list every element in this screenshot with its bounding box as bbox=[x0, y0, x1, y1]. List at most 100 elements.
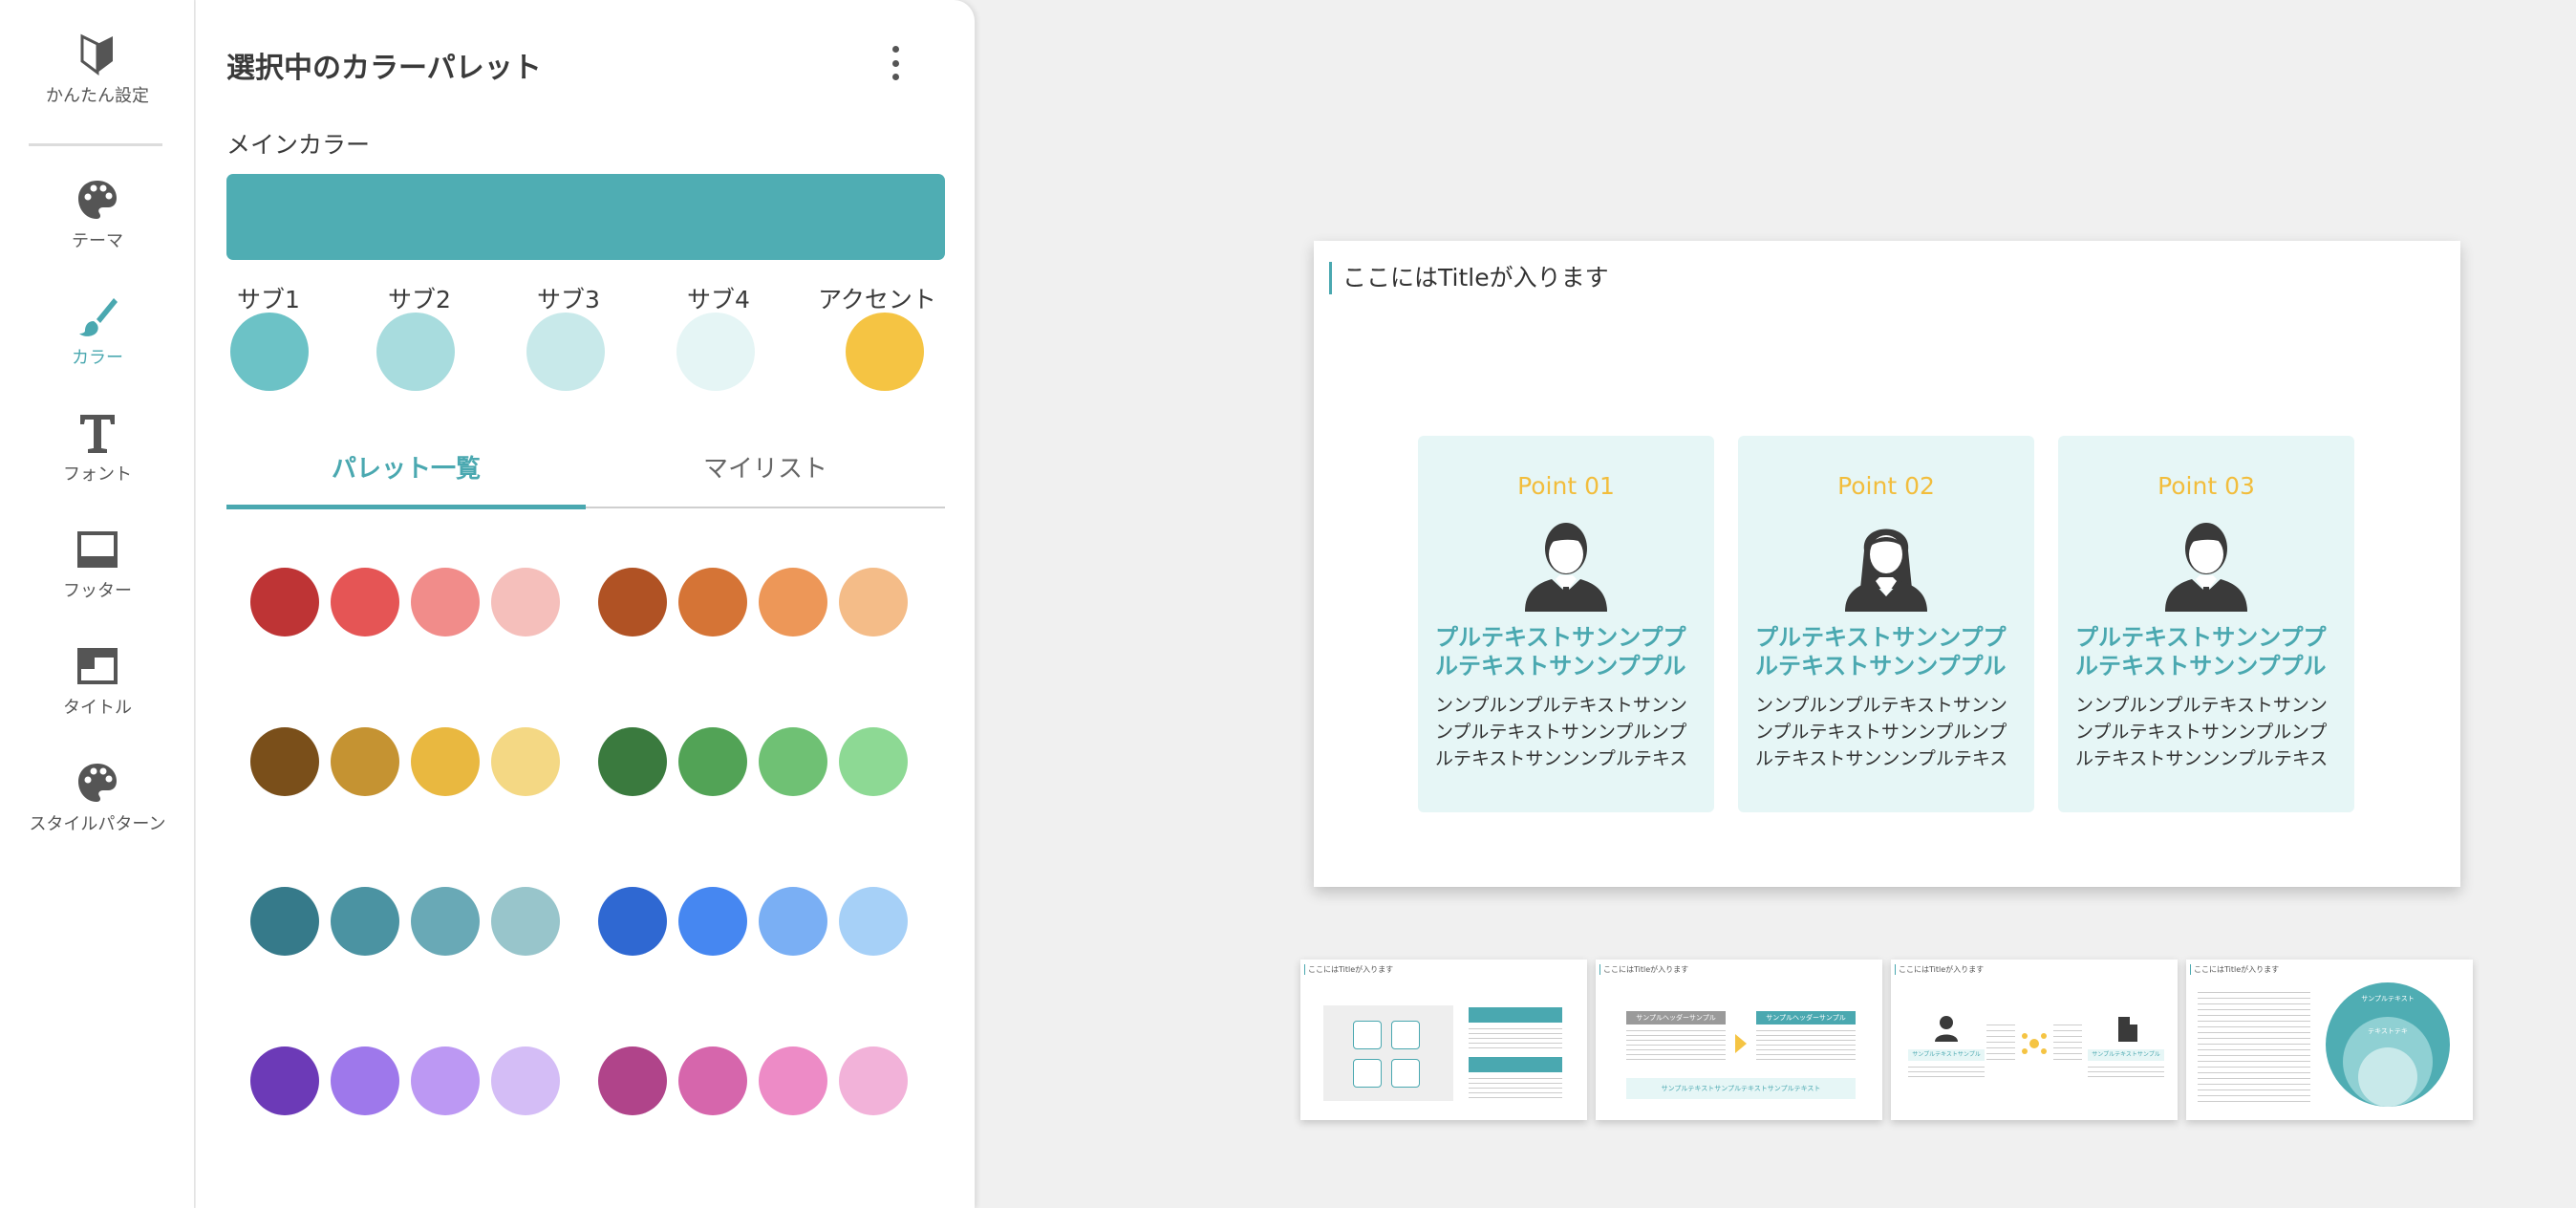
slide-thumbnail-1[interactable]: ここにはTitleが入ります bbox=[1300, 960, 1587, 1120]
card-body: ンンプルンプルテキストサンンンプルテキストサンンプルンプルテキストサンンンプルテ… bbox=[2075, 695, 2329, 769]
slide-thumbnail-4[interactable]: ここにはTitleが入ります サンプルテキスト テキストテキ bbox=[2186, 960, 2473, 1120]
tab-palette-list[interactable]: パレット一覧 bbox=[226, 449, 586, 508]
thumbnail-text-lines bbox=[1469, 1028, 1562, 1049]
palette-swatch[interactable] bbox=[491, 568, 560, 636]
thumbnail-left-label: サンプルテキストサンプル bbox=[1908, 1049, 1985, 1061]
sub-color-3-swatch[interactable] bbox=[526, 313, 605, 391]
slide-thumbnail-2[interactable]: ここにはTitleが入ります サンプルヘッダーサンプル サンプルヘッダーサンプル… bbox=[1596, 960, 1882, 1120]
palette-swatch[interactable] bbox=[250, 568, 319, 636]
nav-item-label: フッター bbox=[63, 581, 132, 601]
palette-swatch[interactable] bbox=[411, 727, 480, 796]
sub-color-2-swatch[interactable] bbox=[376, 313, 455, 391]
palette-swatch[interactable] bbox=[598, 1046, 667, 1115]
brush-icon bbox=[79, 298, 118, 336]
nav-item-label: カラー bbox=[72, 348, 123, 368]
card-point-label: Point 01 bbox=[1517, 472, 1615, 500]
arrow-icon bbox=[1735, 1034, 1747, 1053]
thumbnail-text-lines bbox=[2088, 1067, 2164, 1080]
thumbnail-text-lines bbox=[1756, 1030, 1856, 1063]
sub-color-label: サブ4 bbox=[687, 286, 750, 313]
nav-item-title[interactable]: タイトル bbox=[0, 644, 195, 719]
nav-item-footer[interactable]: フッター bbox=[0, 528, 195, 602]
palette-swatch[interactable] bbox=[331, 568, 399, 636]
palette-swatch[interactable] bbox=[331, 727, 399, 796]
point-card: Point 03 プルテキストサンンププルテキストサンンププルテキ ンンプルンプ… bbox=[2058, 436, 2354, 812]
thumbnail-text-lines bbox=[1626, 1030, 1726, 1063]
palette-swatch[interactable] bbox=[839, 568, 908, 636]
palette-swatch[interactable] bbox=[491, 1046, 560, 1115]
building-icon bbox=[2118, 1017, 2137, 1042]
female-person-icon bbox=[1845, 528, 1927, 612]
thumbnail-text-lines bbox=[1469, 1078, 1562, 1099]
thumbnail-summary-bar: サンプルテキストサンプルテキストサンプルテキスト bbox=[1626, 1078, 1856, 1099]
palette-swatch[interactable] bbox=[839, 727, 908, 796]
palette-swatch[interactable] bbox=[411, 1046, 480, 1115]
palette-swatch[interactable] bbox=[411, 568, 480, 636]
nav-divider bbox=[29, 143, 162, 146]
nav-item-label: フォント bbox=[63, 464, 132, 485]
palette-swatch[interactable] bbox=[759, 568, 827, 636]
nav-item-label: タイトル bbox=[63, 698, 132, 718]
panel-title: 選択中のカラーパレット bbox=[226, 52, 542, 85]
palette-swatch[interactable] bbox=[331, 1046, 399, 1115]
nav-item-label: テーマ bbox=[72, 231, 123, 251]
palette-swatch[interactable] bbox=[678, 1046, 747, 1115]
card-body: ンンプルンプルテキストサンンンプルテキストサンンプルンプルテキストサンンンプルテ… bbox=[1435, 695, 1688, 769]
palette-swatch[interactable] bbox=[678, 727, 747, 796]
nav-item-font[interactable]: フォント bbox=[0, 411, 195, 485]
palette-swatch[interactable] bbox=[759, 1046, 827, 1115]
palette-swatch[interactable] bbox=[331, 887, 399, 956]
palette-swatch[interactable] bbox=[491, 727, 560, 796]
palette-swatch[interactable] bbox=[759, 887, 827, 956]
palette-swatch[interactable] bbox=[678, 568, 747, 636]
accent-color-swatch[interactable] bbox=[846, 313, 924, 391]
card-point-label: Point 03 bbox=[2157, 472, 2255, 500]
nav-item-theme[interactable]: テーマ bbox=[0, 178, 195, 252]
slide-preview: ここにはTitleが入ります Point 01 プルテキストサンンププルテキスト… bbox=[1314, 241, 2460, 887]
more-options-button[interactable] bbox=[886, 46, 905, 80]
sub-color-1-swatch[interactable] bbox=[230, 313, 309, 391]
palette-swatch[interactable] bbox=[491, 887, 560, 956]
tab-my-list[interactable]: マイリスト bbox=[586, 449, 945, 508]
thumbnail-circle-text: サンプルテキスト bbox=[2361, 995, 2415, 1003]
card-point-label: Point 02 bbox=[1837, 472, 1935, 500]
tab-active-indicator bbox=[226, 505, 586, 509]
nav-item-label: スタイルパターン bbox=[29, 814, 166, 834]
thumbnail-right-label: サンプルテキストサンプル bbox=[2088, 1049, 2164, 1061]
nav-item-style-pattern[interactable]: スタイルパターン bbox=[0, 761, 195, 835]
thumbnail-text-lines bbox=[1908, 1067, 1985, 1080]
chart-icon bbox=[1353, 1021, 1382, 1049]
font-icon bbox=[80, 415, 115, 453]
palette-swatch[interactable] bbox=[250, 1046, 319, 1115]
palette-swatch[interactable] bbox=[598, 727, 667, 796]
sub-color-4-swatch[interactable] bbox=[676, 313, 755, 391]
card-heading: プルテキストサンンププルテキストサンンププルテキ bbox=[2075, 624, 2327, 680]
slide-title: ここにはTitleが入ります bbox=[1329, 262, 1609, 294]
main-color-bar[interactable] bbox=[226, 174, 945, 260]
palette-swatch[interactable] bbox=[598, 568, 667, 636]
palette-swatch[interactable] bbox=[598, 887, 667, 956]
thumbnail-circle-text: テキストテキ bbox=[2368, 1027, 2408, 1035]
palette-swatch[interactable] bbox=[250, 887, 319, 956]
network-icon bbox=[1391, 1059, 1420, 1088]
shapes-icon bbox=[1391, 1021, 1420, 1049]
sub-color-label: サブ3 bbox=[537, 286, 600, 313]
thumbnail-circle-inner bbox=[2358, 1047, 2417, 1107]
thumbnail-header-block bbox=[1469, 1057, 1562, 1072]
palette-swatch[interactable] bbox=[759, 727, 827, 796]
palette-swatch[interactable] bbox=[411, 887, 480, 956]
nav-item-color[interactable]: カラー bbox=[0, 294, 195, 369]
palette-swatch[interactable] bbox=[250, 727, 319, 796]
point-card: Point 02 プルテキストサンンププルテキストサンンププルテキ ンンプルンプ… bbox=[1738, 436, 2034, 812]
palette-swatch[interactable] bbox=[839, 887, 908, 956]
thumbnail-left-header: サンプルヘッダーサンプル bbox=[1626, 1011, 1726, 1025]
palette-swatch[interactable] bbox=[678, 887, 747, 956]
palette-icon bbox=[78, 181, 117, 219]
thumbnail-title: ここにはTitleが入ります bbox=[1895, 964, 1984, 975]
palette-swatch[interactable] bbox=[839, 1046, 908, 1115]
nav-item-label: かんたん設定 bbox=[46, 86, 149, 106]
nav-item-easy-settings[interactable]: かんたん設定 bbox=[0, 32, 195, 107]
main-color-label: メインカラー bbox=[226, 131, 371, 159]
card-heading: プルテキストサンンププルテキストサンンププルテキ bbox=[1755, 624, 2007, 680]
slide-thumbnail-3[interactable]: ここにはTitleが入ります サンプルテキストサンプル サンプルテキストサンプル bbox=[1891, 960, 2178, 1120]
